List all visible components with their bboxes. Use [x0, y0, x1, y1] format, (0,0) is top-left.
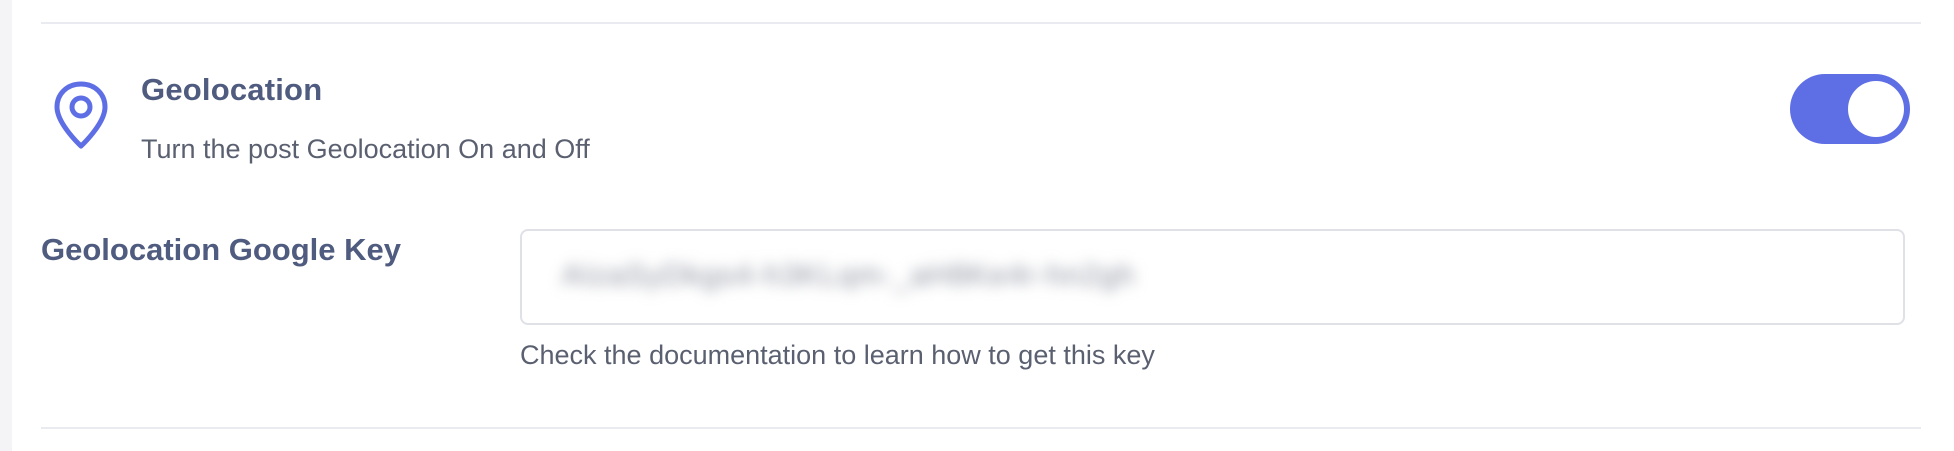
geolocation-title: Geolocation [141, 72, 323, 107]
google-key-label: Geolocation Google Key [41, 232, 401, 267]
bottom-divider [41, 427, 1921, 429]
toggle-knob [1848, 81, 1904, 137]
top-divider [41, 22, 1921, 24]
geolocation-description: Turn the post Geolocation On and Off [141, 134, 590, 164]
google-key-help-text: Check the documentation to learn how to … [520, 340, 1155, 370]
map-pin-icon [51, 80, 111, 150]
geolocation-toggle[interactable] [1790, 74, 1910, 144]
google-key-value: AIzaSyDkgs4-h3KLqm-_aH8Ke4r-hn2gh [562, 259, 1136, 292]
settings-panel: Geolocation Turn the post Geolocation On… [12, 0, 1954, 451]
google-key-input[interactable]: AIzaSyDkgs4-h3KLqm-_aH8Ke4r-hn2gh [520, 229, 1905, 325]
